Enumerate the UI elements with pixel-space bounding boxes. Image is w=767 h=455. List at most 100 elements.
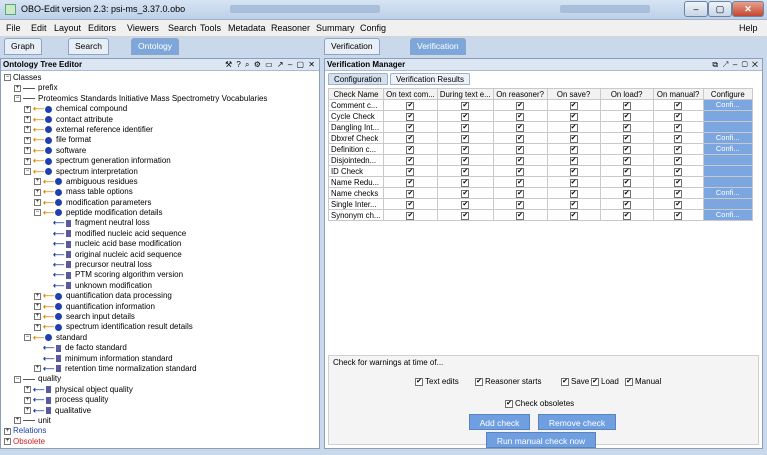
- checkbox-icon[interactable]: ✔: [516, 135, 525, 143]
- collapse-icon[interactable]: −: [4, 74, 11, 82]
- check-name-cell[interactable]: Name checks: [328, 187, 384, 199]
- check-name-cell[interactable]: Dbxref Check: [328, 132, 384, 144]
- collapse-icon[interactable]: −: [24, 167, 31, 175]
- tree-node[interactable]: ⟵ de facto standard: [4, 343, 319, 353]
- checkbox-icon[interactable]: ✔: [625, 377, 633, 386]
- checkbox-icon[interactable]: ✔: [622, 113, 631, 121]
- menu-config[interactable]: Config: [360, 23, 386, 33]
- menu-metadata[interactable]: Metadata: [228, 23, 266, 33]
- checkbox-icon[interactable]: ✔: [516, 113, 525, 121]
- minimize-button[interactable]: ‒: [684, 1, 708, 17]
- checkbox-icon[interactable]: ✔: [516, 124, 525, 132]
- tree-node[interactable]: ⟵ unknown modification: [4, 281, 319, 291]
- expand-icon[interactable]: +: [24, 136, 31, 144]
- tree-node[interactable]: + ⟵ process quality: [4, 395, 319, 405]
- checkbox-icon[interactable]: ✔: [516, 179, 525, 187]
- expand-icon[interactable]: +: [24, 115, 31, 123]
- checkbox-icon[interactable]: ✔: [591, 377, 599, 386]
- tree-node[interactable]: + ⟵ external reference identifier: [4, 125, 319, 135]
- checkbox-icon[interactable]: ✔: [674, 168, 683, 176]
- tree-node[interactable]: + ⟵ chemical compound: [4, 104, 319, 114]
- checkbox-icon[interactable]: ✔: [461, 212, 470, 220]
- configure-button[interactable]: Confi...: [704, 100, 752, 110]
- table-row[interactable]: ID Check ✔ ✔ ✔ ✔ ✔ ✔: [328, 165, 754, 177]
- checkbox-icon[interactable]: ✔: [622, 135, 631, 143]
- checkbox-icon[interactable]: ✔: [475, 377, 483, 386]
- checkbox-icon[interactable]: ✔: [406, 135, 415, 143]
- table-row[interactable]: Dbxref Check ✔ ✔ ✔ ✔ ✔ ✔ Confi...: [328, 132, 754, 144]
- checkbox-icon[interactable]: ✔: [622, 157, 631, 165]
- checkbox-icon[interactable]: ✔: [561, 377, 569, 386]
- col-on-reasoner[interactable]: On reasoner?: [492, 88, 548, 100]
- tab-verification-manager-1[interactable]: Verification Manager: [324, 38, 380, 66]
- checkbox-icon[interactable]: ✔: [461, 201, 470, 209]
- expand-icon[interactable]: +: [24, 105, 31, 113]
- expand-icon[interactable]: +: [34, 178, 41, 186]
- checkbox-icon[interactable]: ✔: [674, 179, 683, 187]
- tree-node[interactable]: ⟵ original nucleic acid sequence: [4, 250, 319, 260]
- tree-node[interactable]: − Classes: [4, 73, 319, 83]
- checkbox-icon[interactable]: ✔: [622, 212, 631, 220]
- expand-icon[interactable]: +: [34, 199, 41, 207]
- tree-node[interactable]: + ⟵ spectrum identification result details: [4, 322, 319, 332]
- opt-manual[interactable]: ✔ Manual: [625, 377, 661, 386]
- checkbox-icon[interactable]: ✔: [569, 157, 578, 165]
- checkbox-icon[interactable]: ✔: [406, 113, 415, 121]
- configure-button[interactable]: Confi...: [704, 144, 752, 154]
- checkbox-icon[interactable]: ✔: [461, 102, 470, 110]
- menu-help[interactable]: Help: [739, 23, 758, 33]
- table-row[interactable]: Dangling Int... ✔ ✔ ✔ ✔ ✔ ✔: [328, 121, 754, 133]
- menu-editors[interactable]: Editors: [88, 23, 116, 33]
- expand-icon[interactable]: +: [14, 84, 21, 92]
- checkbox-icon[interactable]: ✔: [569, 179, 578, 187]
- tree-node[interactable]: + Obsolete: [4, 437, 319, 447]
- configure-button[interactable]: Confi...: [704, 188, 752, 198]
- checkbox-icon[interactable]: ✔: [406, 190, 415, 198]
- tree-node[interactable]: + Relations: [4, 426, 319, 436]
- checkbox-icon[interactable]: ✔: [516, 212, 525, 220]
- tree-node[interactable]: ⟵ fragment neutral loss: [4, 218, 319, 228]
- collapse-icon[interactable]: −: [24, 334, 31, 342]
- check-name-cell[interactable]: Synonym ch...: [328, 209, 384, 221]
- check-name-cell[interactable]: ID Check: [328, 165, 384, 177]
- check-name-cell[interactable]: Comment c...: [328, 99, 384, 111]
- opt-load[interactable]: ✔ Load: [591, 377, 619, 386]
- col-configure[interactable]: Configure: [702, 88, 754, 100]
- opt-check-obsoletes[interactable]: ✔ Check obsoletes: [505, 399, 574, 408]
- tree-node[interactable]: + ⟵ search input details: [4, 312, 319, 322]
- checkbox-icon[interactable]: ✔: [674, 135, 683, 143]
- tree-node[interactable]: + ⟵ quantification data processing: [4, 291, 319, 301]
- tree-node[interactable]: − ⟵ peptide modification details: [4, 208, 319, 218]
- opt-reasoner-starts[interactable]: ✔ Reasoner starts: [475, 377, 541, 386]
- tree-node[interactable]: + ⟵ physical object quality: [4, 385, 319, 395]
- col-on-load[interactable]: On load?: [599, 88, 654, 100]
- checkbox-icon[interactable]: ✔: [674, 102, 683, 110]
- collapse-icon[interactable]: −: [34, 209, 41, 217]
- tree-node[interactable]: + ⟵ modification parameters: [4, 198, 319, 208]
- tab-search-panel[interactable]: Search Panel: [68, 38, 109, 66]
- checkbox-icon[interactable]: ✔: [406, 168, 415, 176]
- tree-node[interactable]: + ⟵ quantification information: [4, 302, 319, 312]
- add-check-button[interactable]: Add check: [469, 414, 530, 430]
- expand-icon[interactable]: +: [24, 386, 31, 394]
- tree-node[interactable]: − quality: [4, 374, 319, 384]
- expand-icon[interactable]: +: [34, 365, 41, 373]
- checkbox-icon[interactable]: ✔: [674, 113, 683, 121]
- checkbox-icon[interactable]: ✔: [674, 201, 683, 209]
- expand-icon[interactable]: +: [34, 302, 41, 310]
- menu-edit[interactable]: Edit: [31, 23, 47, 33]
- tab-ontology-tree-editor[interactable]: Ontology Tree Editor: [131, 38, 180, 81]
- expand-icon[interactable]: +: [34, 188, 41, 196]
- panel-controls[interactable]: ⚒ ? ⌕ ⚙ ▭ ↗ ‒ ▢ ✕: [225, 59, 316, 70]
- tree-node[interactable]: + ⟵ mass table options: [4, 187, 319, 197]
- tree-node[interactable]: − ⟵ spectrum interpretation: [4, 167, 319, 177]
- tree-node[interactable]: − Proteomics Standards Initiative Mass Sp…: [4, 94, 319, 104]
- menu-tools[interactable]: Tools: [200, 23, 221, 33]
- checkbox-icon[interactable]: ✔: [674, 157, 683, 165]
- checkbox-icon[interactable]: ✔: [622, 168, 631, 176]
- collapse-icon[interactable]: −: [14, 95, 21, 103]
- tree-node[interactable]: + ⟵ contact attribute: [4, 115, 319, 125]
- checkbox-icon[interactable]: ✔: [516, 102, 525, 110]
- checkbox-icon[interactable]: ✔: [622, 146, 631, 154]
- checkbox-icon[interactable]: ✔: [461, 113, 470, 121]
